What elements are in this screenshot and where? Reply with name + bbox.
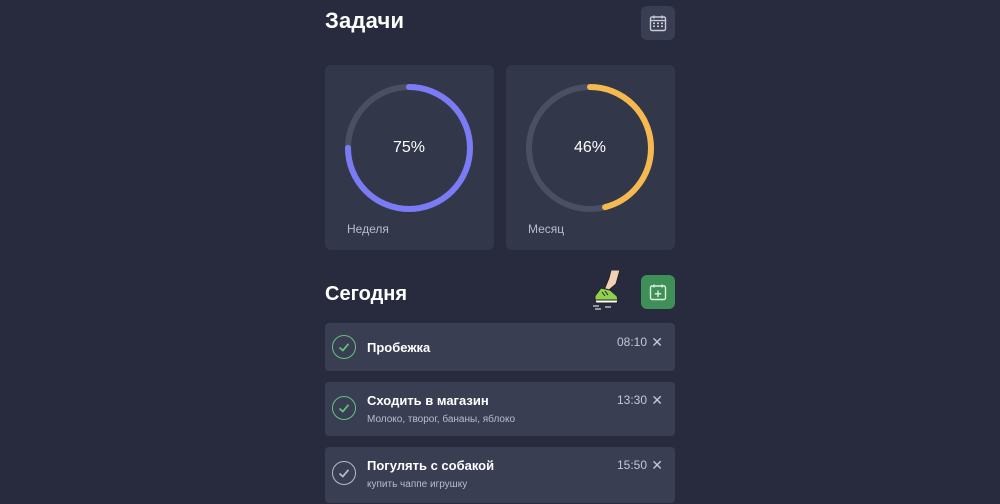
stat-label-month: Месяц <box>528 222 565 236</box>
task-subtitle: купить чаппе игрушку <box>367 479 468 490</box>
header: Задачи <box>325 0 675 40</box>
page-title: Задачи <box>325 8 405 33</box>
percent-week: 75% <box>392 139 426 156</box>
check-circle-icon[interactable] <box>332 335 356 359</box>
calendar-icon <box>649 15 667 32</box>
close-icon[interactable]: ✕ <box>651 335 663 349</box>
today-header: Сегодня <box>325 270 675 310</box>
app: Задачи 75% Неделя 46% Месяц Сегодня Проб… <box>325 0 675 504</box>
task-subtitle: Молоко, творог, бананы, яблоко <box>367 414 516 425</box>
close-icon[interactable]: ✕ <box>651 458 663 472</box>
calendar-plus-icon <box>649 284 667 301</box>
task-item[interactable]: Погулять с собакой купить чаппе игрушку … <box>325 447 675 503</box>
task-time: 13:30 <box>616 393 647 407</box>
percent-month: 46% <box>573 139 607 156</box>
stat-card-month: 46% Месяц <box>506 65 675 250</box>
calendar-button[interactable] <box>641 6 675 40</box>
task-title: Погулять с собакой <box>367 458 495 473</box>
task-title: Пробежка <box>367 340 431 355</box>
task-title: Сходить в магазин <box>367 393 489 408</box>
today-title: Сегодня <box>325 283 408 305</box>
close-icon[interactable]: ✕ <box>651 393 663 407</box>
running-shoe-icon <box>593 270 621 310</box>
check-circle-icon[interactable] <box>332 396 356 420</box>
task-time: 08:10 <box>616 335 647 349</box>
stats: 75% Неделя 46% Месяц <box>325 65 675 250</box>
task-item[interactable]: Сходить в магазин Молоко, творог, бананы… <box>325 382 675 436</box>
stat-label-week: Неделя <box>347 222 389 236</box>
check-circle-icon[interactable] <box>332 461 356 485</box>
task-time: 15:50 <box>616 458 647 472</box>
task-item[interactable]: Пробежка 08:10 ✕ <box>325 323 675 371</box>
add-task-button[interactable] <box>641 275 675 309</box>
stat-card-week: 75% Неделя <box>325 65 494 250</box>
